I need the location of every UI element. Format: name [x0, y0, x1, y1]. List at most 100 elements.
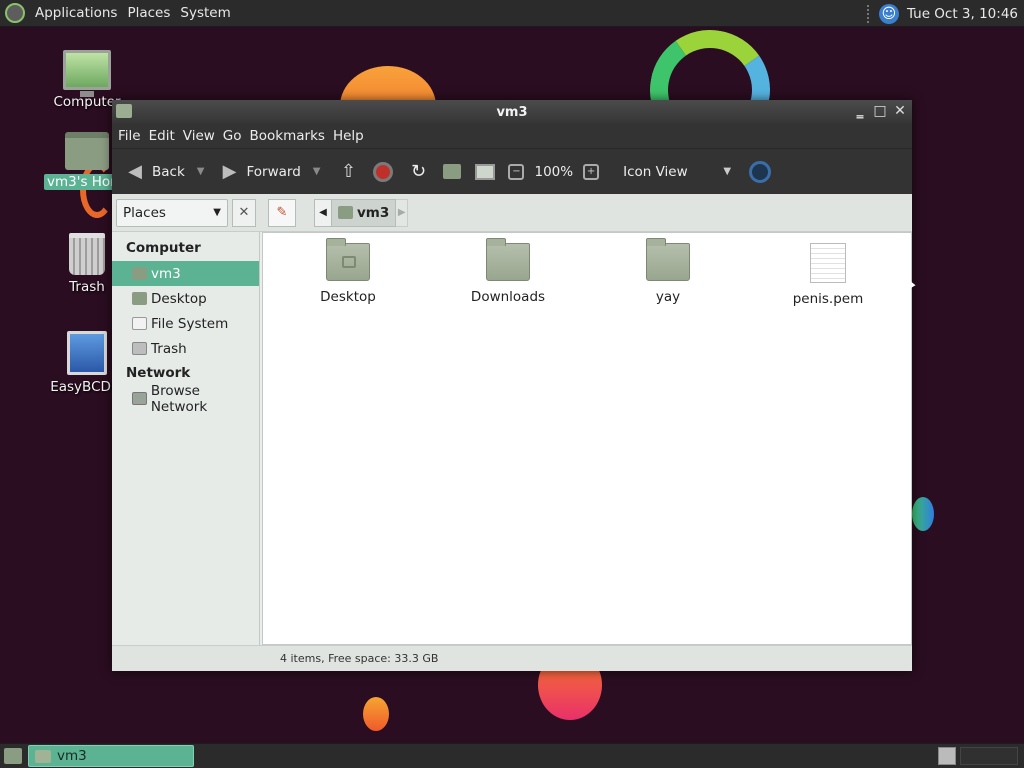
chevron-down-icon: ▼	[723, 166, 732, 177]
back-arrow-icon: ◀	[128, 160, 142, 182]
window-titlebar[interactable]: vm3 ‗ □ ✕	[112, 100, 912, 124]
file-name: Downloads	[470, 289, 546, 305]
filesystem-icon	[132, 317, 147, 330]
desktop-folder-icon	[132, 292, 147, 305]
sidebar-item-browse-network[interactable]: Browse Network	[112, 383, 259, 415]
home-folder-icon	[35, 749, 51, 763]
workspace-switcher-icon[interactable]	[938, 747, 956, 765]
wallpaper-small-orange-blob	[363, 697, 389, 731]
up-arrow-icon[interactable]: ⇧	[337, 161, 359, 183]
file-manager-window: vm3 ‗ □ ✕ File Edit View Go Bookmarks He…	[112, 100, 912, 671]
workspace-switcher[interactable]	[960, 747, 1018, 765]
edit-location-icon[interactable]: ✎	[268, 198, 296, 227]
menu-file[interactable]: File	[114, 128, 145, 144]
close-sidebar-button[interactable]: ✕	[232, 198, 256, 227]
sidebar-type-select[interactable]: Places ▼	[116, 198, 228, 227]
text-file-icon	[810, 243, 846, 283]
forward-button[interactable]: ▶ Forward	[214, 162, 304, 181]
forward-history-dropdown[interactable]: ▼	[313, 166, 321, 177]
path-scroll-right-icon[interactable]: ▶	[396, 198, 409, 227]
window-menubar: File Edit View Go Bookmarks Help	[112, 124, 912, 148]
zoom-level[interactable]: 100%	[534, 164, 573, 180]
sidebar-item-label: vm3	[151, 265, 181, 282]
location-bar: Places ▼ ✕ ✎ ◀ vm3 ▶	[112, 194, 912, 232]
sidebar-item-label: File System	[151, 315, 229, 332]
taskbar-item-vm3[interactable]: vm3	[28, 745, 194, 767]
places-select-label: Places	[123, 204, 166, 221]
taskbar-item-label: vm3	[57, 748, 87, 764]
sidebar-item-label: Trash	[151, 340, 187, 357]
show-desktop-icon[interactable]	[4, 748, 22, 764]
top-panel-tray: ☺ Tue Oct 3, 10:46	[866, 0, 1018, 27]
path-scroll-left-icon[interactable]: ◀	[314, 198, 332, 227]
reload-icon[interactable]: ↻	[407, 161, 429, 183]
home-folder-icon	[65, 132, 109, 170]
menu-bookmarks[interactable]: Bookmarks	[246, 128, 329, 144]
network-icon	[132, 392, 147, 405]
menu-go[interactable]: Go	[219, 128, 246, 144]
menu-edit[interactable]: Edit	[145, 128, 179, 144]
menu-places[interactable]: Places	[122, 5, 175, 21]
accessibility-icon[interactable]: ☺	[878, 3, 899, 24]
places-sidebar: Computer vm3 Desktop File System Trash N…	[112, 232, 260, 645]
chevron-down-icon: ▼	[213, 207, 221, 218]
file-view[interactable]: Desktop Downloads yay penis.pem	[262, 232, 912, 645]
home-icon[interactable]	[443, 164, 462, 179]
view-mode-label: Icon View	[623, 163, 688, 180]
menu-system[interactable]: System	[175, 5, 235, 21]
file-item-pem[interactable]: penis.pem	[768, 243, 888, 307]
window-title: vm3	[496, 104, 528, 120]
wallpaper-blue-blob	[912, 497, 934, 531]
back-label: Back	[152, 163, 185, 180]
clock[interactable]: Tue Oct 3, 10:46	[907, 6, 1018, 22]
status-text: 4 items, Free space: 33.3 GB	[280, 652, 439, 665]
sidebar-item-trash[interactable]: Trash	[112, 336, 259, 361]
window-body: Computer vm3 Desktop File System Trash N…	[112, 232, 912, 645]
zoom-in-icon[interactable]: +	[583, 163, 600, 180]
home-icon	[132, 267, 147, 280]
trash-icon	[69, 233, 105, 275]
trash-icon	[132, 342, 147, 355]
panel-grip-icon	[866, 4, 871, 23]
computer-icon[interactable]	[475, 163, 496, 180]
minimize-button[interactable]: ‗	[852, 102, 868, 120]
desktop-folder-icon	[326, 238, 370, 281]
file-item-desktop[interactable]: Desktop	[288, 238, 408, 305]
window-home-icon	[116, 104, 132, 118]
sidebar-item-file-system[interactable]: File System	[112, 311, 259, 336]
file-name: yay	[655, 289, 681, 305]
easybcd-icon	[67, 331, 107, 375]
mate-logo-icon[interactable]	[5, 3, 25, 23]
bottom-panel: vm3	[0, 743, 1024, 768]
forward-label: Forward	[246, 163, 301, 180]
close-button[interactable]: ✕	[892, 102, 908, 120]
status-bar: 4 items, Free space: 33.3 GB	[112, 645, 912, 671]
folder-icon	[646, 238, 690, 281]
maximize-button[interactable]: □	[872, 102, 888, 120]
zoom-out-icon[interactable]: −	[508, 163, 525, 180]
window-controls: ‗ □ ✕	[852, 102, 908, 120]
sidebar-item-vm3[interactable]: vm3	[112, 261, 259, 286]
back-button[interactable]: ◀ Back	[120, 160, 189, 182]
menu-help[interactable]: Help	[329, 128, 368, 144]
menu-applications[interactable]: Applications	[30, 5, 122, 21]
sidebar-item-desktop[interactable]: Desktop	[112, 286, 259, 311]
file-item-yay[interactable]: yay	[608, 238, 728, 305]
breadcrumb-vm3[interactable]: vm3	[332, 198, 397, 227]
desktop-icon-label: Trash	[69, 279, 105, 295]
menu-view[interactable]: View	[179, 128, 219, 144]
top-panel: Applications Places System ☺ Tue Oct 3, …	[0, 0, 1024, 27]
computer-icon	[63, 50, 111, 97]
breadcrumb-label: vm3	[357, 204, 390, 221]
sidebar-item-label: Desktop	[151, 290, 207, 307]
search-icon[interactable]	[749, 160, 772, 183]
view-mode-select[interactable]: Icon View ▼	[623, 164, 731, 180]
home-icon	[338, 206, 353, 219]
file-name: Desktop	[320, 289, 376, 305]
file-name: penis.pem	[792, 291, 864, 307]
stop-icon[interactable]	[373, 161, 394, 182]
sidebar-heading-computer: Computer	[126, 240, 201, 256]
toolbar: ◀ Back ▼ ▶ Forward ▼ ⇧ ↻ − 100% + Icon V…	[112, 148, 912, 194]
back-history-dropdown[interactable]: ▼	[197, 166, 205, 177]
file-item-downloads[interactable]: Downloads	[448, 238, 568, 305]
